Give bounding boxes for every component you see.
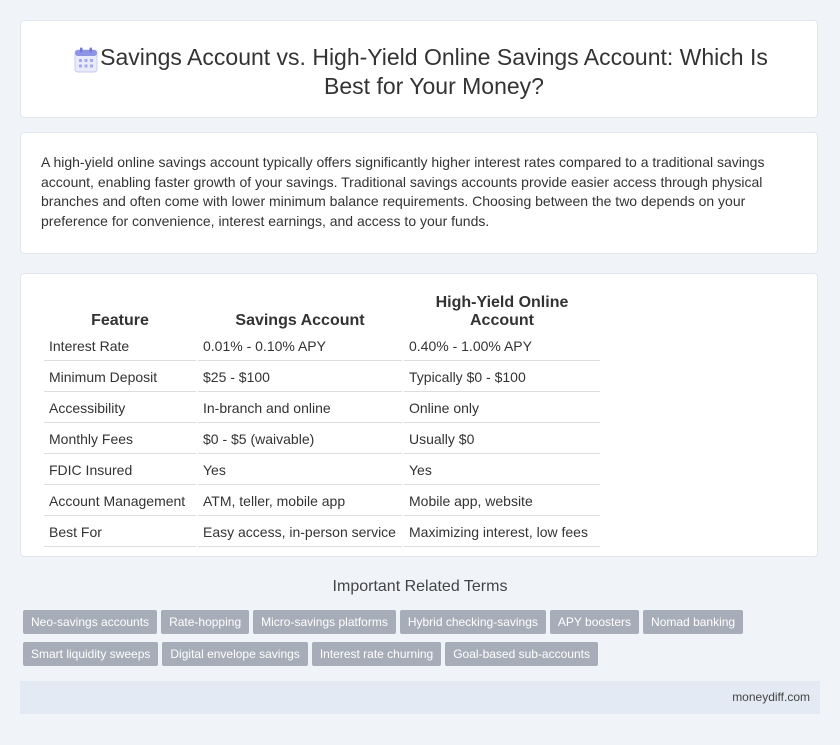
table-cell-feature: Minimum Deposit: [44, 363, 196, 392]
related-term-tag[interactable]: Goal-based sub-accounts: [445, 642, 598, 666]
related-terms-title: Important Related Terms: [332, 578, 508, 595]
table-row: Accessibility In-branch and online Onlin…: [44, 394, 600, 423]
header-card: Savings Account vs. High-Yield Online Sa…: [20, 20, 818, 118]
footer-brand-link[interactable]: moneydiff.com: [732, 690, 810, 704]
table-cell-feature: Interest Rate: [44, 332, 196, 361]
table-cell-feature: FDIC Insured: [44, 456, 196, 485]
table-header-row: Feature Savings Account High-Yield Onlin…: [44, 294, 600, 330]
title-wrap: Savings Account vs. High-Yield Online Sa…: [61, 43, 777, 101]
table-cell-savings: $25 - $100: [198, 363, 402, 392]
table-row: Monthly Fees $0 - $5 (waivable) Usually …: [44, 425, 600, 454]
table-row: Best For Easy access, in-person service …: [44, 518, 600, 547]
table-cell-feature: Monthly Fees: [44, 425, 196, 454]
related-term-tag[interactable]: Interest rate churning: [311, 642, 442, 666]
related-term-tag[interactable]: APY boosters: [549, 610, 640, 634]
table-row: Account Management ATM, teller, mobile a…: [44, 487, 600, 516]
table-row: Interest Rate 0.01% - 0.10% APY 0.40% - …: [44, 332, 600, 361]
footer: moneydiff.com: [20, 681, 820, 714]
table-cell-savings: $0 - $5 (waivable): [198, 425, 402, 454]
table-cell-feature: Best For: [44, 518, 196, 547]
table-cell-high-yield: Mobile app, website: [404, 487, 600, 516]
table-cell-savings: ATM, teller, mobile app: [198, 487, 402, 516]
table-row: FDIC Insured Yes Yes: [44, 456, 600, 485]
table-cell-high-yield: Online only: [404, 394, 600, 423]
related-term-tag[interactable]: Smart liquidity sweeps: [23, 642, 159, 666]
intro-paragraph: A high-yield online savings account typi…: [41, 154, 765, 229]
page-title: Savings Account vs. High-Yield Online Sa…: [100, 44, 768, 99]
related-terms-list: Neo-savings accounts Rate-hopping Micro-sa…: [23, 610, 823, 674]
related-term-tag[interactable]: Digital envelope savings: [162, 642, 308, 666]
table-cell-high-yield: Typically $0 - $100: [404, 363, 600, 392]
table-cell-savings: Easy access, in-person service: [198, 518, 402, 547]
table-cell-savings: Yes: [198, 456, 402, 485]
table-cell-savings: In-branch and online: [198, 394, 402, 423]
table-cell-high-yield: Maximizing interest, low fees: [404, 518, 600, 547]
table-cell-savings: 0.01% - 0.10% APY: [198, 332, 402, 361]
related-term-tag[interactable]: Hybrid checking-savings: [399, 610, 546, 634]
table-cell-high-yield: 0.40% - 1.00% APY: [404, 332, 600, 361]
comparison-card: Feature Savings Account High-Yield Onlin…: [20, 273, 818, 557]
table-cell-high-yield: Yes: [404, 456, 600, 485]
column-header-high-yield: High-Yield Online Account: [435, 294, 569, 329]
comparison-table: Feature Savings Account High-Yield Onlin…: [42, 292, 602, 549]
related-term-tag[interactable]: Neo-savings accounts: [23, 610, 158, 634]
table-cell-high-yield: Usually $0: [404, 425, 600, 454]
intro-card: A high-yield online savings account typi…: [20, 132, 818, 254]
calendar-icon: [74, 47, 98, 73]
table-row: Minimum Deposit $25 - $100 Typically $0 …: [44, 363, 600, 392]
related-term-tag[interactable]: Rate-hopping: [161, 610, 250, 634]
column-header-feature: Feature: [91, 312, 149, 329]
related-term-tag[interactable]: Nomad banking: [643, 610, 744, 634]
column-header-savings: Savings Account: [235, 312, 365, 329]
table-cell-feature: Accessibility: [44, 394, 196, 423]
table-cell-feature: Account Management: [44, 487, 196, 516]
related-term-tag[interactable]: Micro-savings platforms: [253, 610, 396, 634]
